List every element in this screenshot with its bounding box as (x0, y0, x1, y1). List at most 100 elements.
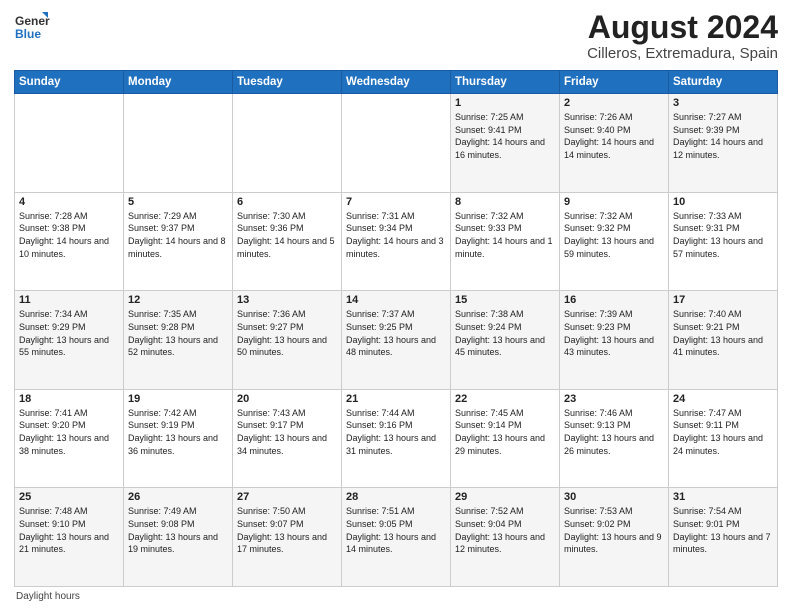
sunrise-text: Sunrise: 7:45 AM (455, 408, 524, 418)
sunrise-text: Sunrise: 7:32 AM (455, 211, 524, 221)
sunrise-text: Sunrise: 7:46 AM (564, 408, 633, 418)
table-row: 12 Sunrise: 7:35 AM Sunset: 9:28 PM Dayl… (124, 291, 233, 390)
table-row (124, 94, 233, 193)
week-row-1: 4 Sunrise: 7:28 AM Sunset: 9:38 PM Dayli… (15, 192, 778, 291)
day-info: Sunrise: 7:49 AM Sunset: 9:08 PM Dayligh… (128, 505, 228, 555)
sunrise-text: Sunrise: 7:30 AM (237, 211, 306, 221)
day-number: 8 (455, 196, 555, 208)
day-info: Sunrise: 7:45 AM Sunset: 9:14 PM Dayligh… (455, 407, 555, 457)
table-row: 26 Sunrise: 7:49 AM Sunset: 9:08 PM Dayl… (124, 488, 233, 587)
day-info: Sunrise: 7:41 AM Sunset: 9:20 PM Dayligh… (19, 407, 119, 457)
table-row: 10 Sunrise: 7:33 AM Sunset: 9:31 PM Dayl… (669, 192, 778, 291)
day-number: 30 (564, 491, 664, 503)
sunset-text: Sunset: 9:10 PM (19, 519, 86, 529)
daylight-text: Daylight: 13 hours and 29 minutes. (455, 433, 545, 456)
sunset-text: Sunset: 9:01 PM (673, 519, 740, 529)
table-row: 24 Sunrise: 7:47 AM Sunset: 9:11 PM Dayl… (669, 389, 778, 488)
sunrise-text: Sunrise: 7:53 AM (564, 506, 633, 516)
day-info: Sunrise: 7:29 AM Sunset: 9:37 PM Dayligh… (128, 210, 228, 260)
table-row: 1 Sunrise: 7:25 AM Sunset: 9:41 PM Dayli… (451, 94, 560, 193)
sunrise-text: Sunrise: 7:38 AM (455, 309, 524, 319)
sunrise-text: Sunrise: 7:48 AM (19, 506, 88, 516)
day-info: Sunrise: 7:27 AM Sunset: 9:39 PM Dayligh… (673, 111, 773, 161)
header-sunday: Sunday (15, 71, 124, 94)
day-number: 19 (128, 393, 228, 405)
svg-text:General: General (15, 14, 50, 28)
sunset-text: Sunset: 9:17 PM (237, 420, 304, 430)
sunset-text: Sunset: 9:19 PM (128, 420, 195, 430)
month-year-title: August 2024 (587, 10, 778, 45)
sunset-text: Sunset: 9:33 PM (455, 223, 522, 233)
day-info: Sunrise: 7:54 AM Sunset: 9:01 PM Dayligh… (673, 505, 773, 555)
day-number: 29 (455, 491, 555, 503)
sunset-text: Sunset: 9:38 PM (19, 223, 86, 233)
sunrise-text: Sunrise: 7:29 AM (128, 211, 197, 221)
header-wednesday: Wednesday (342, 71, 451, 94)
day-number: 11 (19, 294, 119, 306)
table-row: 3 Sunrise: 7:27 AM Sunset: 9:39 PM Dayli… (669, 94, 778, 193)
daylight-text: Daylight: 13 hours and 48 minutes. (346, 335, 436, 358)
day-number: 16 (564, 294, 664, 306)
calendar-table: Sunday Monday Tuesday Wednesday Thursday… (14, 70, 778, 587)
daylight-text: Daylight: 13 hours and 50 minutes. (237, 335, 327, 358)
daylight-text: Daylight: 14 hours and 8 minutes. (128, 236, 226, 259)
sunset-text: Sunset: 9:20 PM (19, 420, 86, 430)
table-row: 21 Sunrise: 7:44 AM Sunset: 9:16 PM Dayl… (342, 389, 451, 488)
day-number: 9 (564, 196, 664, 208)
day-number: 25 (19, 491, 119, 503)
sunset-text: Sunset: 9:07 PM (237, 519, 304, 529)
daylight-text: Daylight: 14 hours and 10 minutes. (19, 236, 109, 259)
header-saturday: Saturday (669, 71, 778, 94)
sunrise-text: Sunrise: 7:44 AM (346, 408, 415, 418)
day-info: Sunrise: 7:46 AM Sunset: 9:13 PM Dayligh… (564, 407, 664, 457)
day-number: 7 (346, 196, 446, 208)
day-info: Sunrise: 7:28 AM Sunset: 9:38 PM Dayligh… (19, 210, 119, 260)
sunrise-text: Sunrise: 7:52 AM (455, 506, 524, 516)
day-info: Sunrise: 7:26 AM Sunset: 9:40 PM Dayligh… (564, 111, 664, 161)
day-number: 10 (673, 196, 773, 208)
sunrise-text: Sunrise: 7:37 AM (346, 309, 415, 319)
day-number: 5 (128, 196, 228, 208)
location-subtitle: Cilleros, Extremadura, Spain (587, 45, 778, 62)
header: General Blue August 2024 Cilleros, Extre… (14, 10, 778, 62)
table-row: 16 Sunrise: 7:39 AM Sunset: 9:23 PM Dayl… (560, 291, 669, 390)
logo-svg: General Blue (14, 10, 50, 46)
day-info: Sunrise: 7:48 AM Sunset: 9:10 PM Dayligh… (19, 505, 119, 555)
sunset-text: Sunset: 9:32 PM (564, 223, 631, 233)
day-info: Sunrise: 7:38 AM Sunset: 9:24 PM Dayligh… (455, 308, 555, 358)
daylight-text: Daylight: 13 hours and 21 minutes. (19, 532, 109, 555)
day-number: 22 (455, 393, 555, 405)
sunset-text: Sunset: 9:11 PM (673, 420, 739, 430)
day-number: 12 (128, 294, 228, 306)
sunrise-text: Sunrise: 7:54 AM (673, 506, 742, 516)
sunset-text: Sunset: 9:40 PM (564, 125, 631, 135)
day-number: 17 (673, 294, 773, 306)
sunset-text: Sunset: 9:37 PM (128, 223, 195, 233)
header-tuesday: Tuesday (233, 71, 342, 94)
sunrise-text: Sunrise: 7:41 AM (19, 408, 88, 418)
sunrise-text: Sunrise: 7:51 AM (346, 506, 415, 516)
sunrise-text: Sunrise: 7:49 AM (128, 506, 197, 516)
day-info: Sunrise: 7:50 AM Sunset: 9:07 PM Dayligh… (237, 505, 337, 555)
table-row: 11 Sunrise: 7:34 AM Sunset: 9:29 PM Dayl… (15, 291, 124, 390)
sunrise-text: Sunrise: 7:31 AM (346, 211, 415, 221)
day-info: Sunrise: 7:32 AM Sunset: 9:33 PM Dayligh… (455, 210, 555, 260)
daylight-text: Daylight: 13 hours and 19 minutes. (128, 532, 218, 555)
daylight-text: Daylight: 13 hours and 41 minutes. (673, 335, 763, 358)
daylight-text: Daylight: 14 hours and 5 minutes. (237, 236, 335, 259)
daylight-text: Daylight: 13 hours and 7 minutes. (673, 532, 771, 555)
daylight-text: Daylight: 13 hours and 45 minutes. (455, 335, 545, 358)
header-friday: Friday (560, 71, 669, 94)
day-info: Sunrise: 7:44 AM Sunset: 9:16 PM Dayligh… (346, 407, 446, 457)
daylight-text: Daylight: 14 hours and 1 minute. (455, 236, 553, 259)
day-number: 31 (673, 491, 773, 503)
sunrise-text: Sunrise: 7:39 AM (564, 309, 633, 319)
sunset-text: Sunset: 9:36 PM (237, 223, 304, 233)
table-row: 27 Sunrise: 7:50 AM Sunset: 9:07 PM Dayl… (233, 488, 342, 587)
logo: General Blue (14, 10, 50, 46)
day-number: 27 (237, 491, 337, 503)
sunset-text: Sunset: 9:25 PM (346, 322, 413, 332)
day-number: 28 (346, 491, 446, 503)
table-row: 28 Sunrise: 7:51 AM Sunset: 9:05 PM Dayl… (342, 488, 451, 587)
week-row-0: 1 Sunrise: 7:25 AM Sunset: 9:41 PM Dayli… (15, 94, 778, 193)
